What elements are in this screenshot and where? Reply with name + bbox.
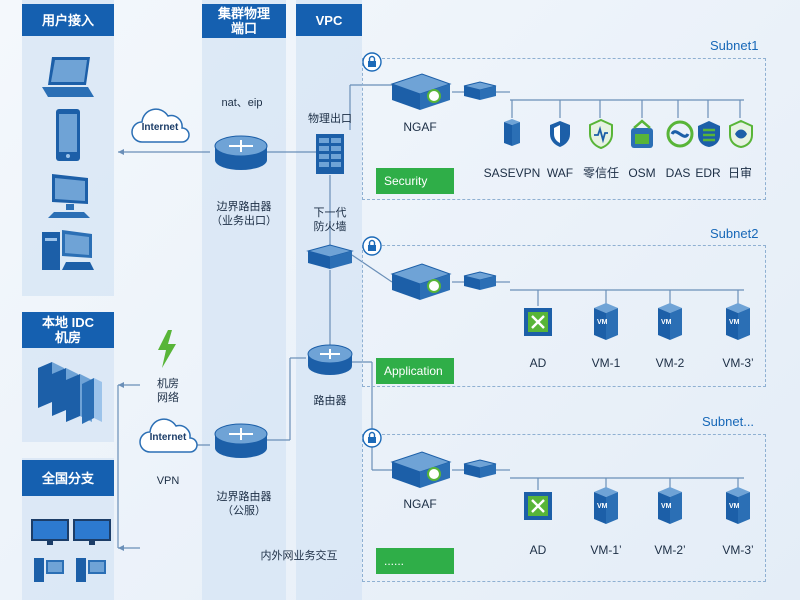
- firewall-icon: [316, 134, 344, 174]
- subnet3-node-label: VM-1’: [590, 543, 622, 557]
- vm-icon: VM: [726, 487, 750, 524]
- other-zone: ......: [376, 548, 454, 574]
- router-label: 路由器: [313, 395, 347, 407]
- subnet1-title: Subnet1: [710, 38, 759, 53]
- subnet2-node-label: VM-3’: [722, 356, 754, 370]
- router-icon: [214, 135, 268, 170]
- svg-text:VM: VM: [661, 319, 672, 326]
- border-router-public-label: 边界路由器 （公服）: [216, 491, 272, 517]
- internet-label: Internet: [141, 122, 179, 133]
- subnet1-node-label: 零信任: [582, 166, 619, 180]
- shield-icon: [550, 121, 570, 147]
- security-zone: Security: [376, 168, 454, 194]
- subnet1-node-label: EDR: [695, 166, 721, 180]
- vm-icon: VM: [594, 487, 618, 524]
- svg-text:VM: VM: [729, 319, 740, 326]
- monitor-icon: [73, 519, 111, 545]
- internal-external-label: 内外网业务交互: [260, 550, 338, 562]
- idc-network-label: 机房 网络: [157, 378, 179, 404]
- subnet2-node-label: VM-1: [591, 356, 621, 370]
- vm-icon: VM: [726, 303, 750, 340]
- zero-trust-icon: [589, 118, 613, 150]
- subnet2-title: Subnet2: [710, 226, 759, 241]
- subnet2-node-label: VM-2: [655, 356, 685, 370]
- border-router-business-label: 边界路由器 （业务出口）: [211, 201, 277, 227]
- server-icon: [504, 119, 520, 146]
- monitor-icon: [31, 519, 69, 545]
- switch-icon: [463, 271, 497, 290]
- laptop-icon: [42, 57, 94, 97]
- svg-text:VM: VM: [661, 503, 672, 510]
- subnet3-title: Subnet...: [702, 414, 755, 429]
- ngfw-label: 下一代 防火墙: [313, 207, 347, 233]
- desktop-icon: [48, 174, 90, 218]
- vm-icon: VM: [594, 303, 618, 340]
- subnet1-node-label: SASEVPN: [483, 166, 541, 180]
- ad-icon: [524, 492, 552, 520]
- svg-text:VM: VM: [597, 319, 608, 326]
- switch-icon: [463, 81, 497, 100]
- lock-icon: [362, 236, 382, 256]
- tablet-icon: [56, 109, 80, 161]
- vpn-label: VPN: [156, 475, 180, 487]
- workstation-icon: [42, 230, 94, 270]
- das-icon: [666, 120, 694, 148]
- subnet3-node-label: VM-2’: [654, 543, 686, 557]
- physical-exit-label: 物理出口: [308, 113, 352, 125]
- ngaf-gateway-icon: [390, 73, 452, 110]
- ngaf-gateway-icon: [390, 451, 452, 488]
- nat-eip-label: nat、eip: [221, 97, 263, 109]
- internet-label: Internet: [149, 432, 187, 443]
- lock-icon: [362, 52, 382, 72]
- vm-icon: VM: [658, 303, 682, 340]
- subnet1-node-label: WAF: [546, 166, 574, 180]
- subnet3-node-label: AD: [529, 543, 547, 557]
- workstation-icon: [34, 558, 64, 582]
- svg-text:VM: VM: [597, 503, 608, 510]
- switch-icon: [306, 244, 354, 269]
- subnet1-node-label: OSM: [628, 166, 656, 180]
- svg-text:VM: VM: [729, 503, 740, 510]
- server-rack-icon: [38, 362, 102, 424]
- edr-icon: [698, 121, 720, 147]
- router-icon: [307, 344, 353, 375]
- osm-icon: [631, 119, 653, 148]
- ngaf-label: NGAF: [403, 497, 437, 511]
- subnet2-node-label: AD: [529, 356, 547, 370]
- subnet3-node-label: VM-3’: [722, 543, 754, 557]
- router-icon: [214, 423, 268, 458]
- application-zone: Application: [376, 358, 454, 384]
- vm-icon: VM: [658, 487, 682, 524]
- lightning-icon: [158, 330, 176, 368]
- ad-icon: [524, 308, 552, 336]
- workstation-icon: [76, 558, 106, 582]
- ngaf-label: NGAF: [403, 120, 437, 134]
- switch-icon: [463, 459, 497, 478]
- lock-icon: [362, 428, 382, 448]
- gateway-icon: [390, 263, 452, 300]
- audit-icon: [729, 119, 753, 149]
- subnet1-node-label: 日审: [727, 166, 752, 180]
